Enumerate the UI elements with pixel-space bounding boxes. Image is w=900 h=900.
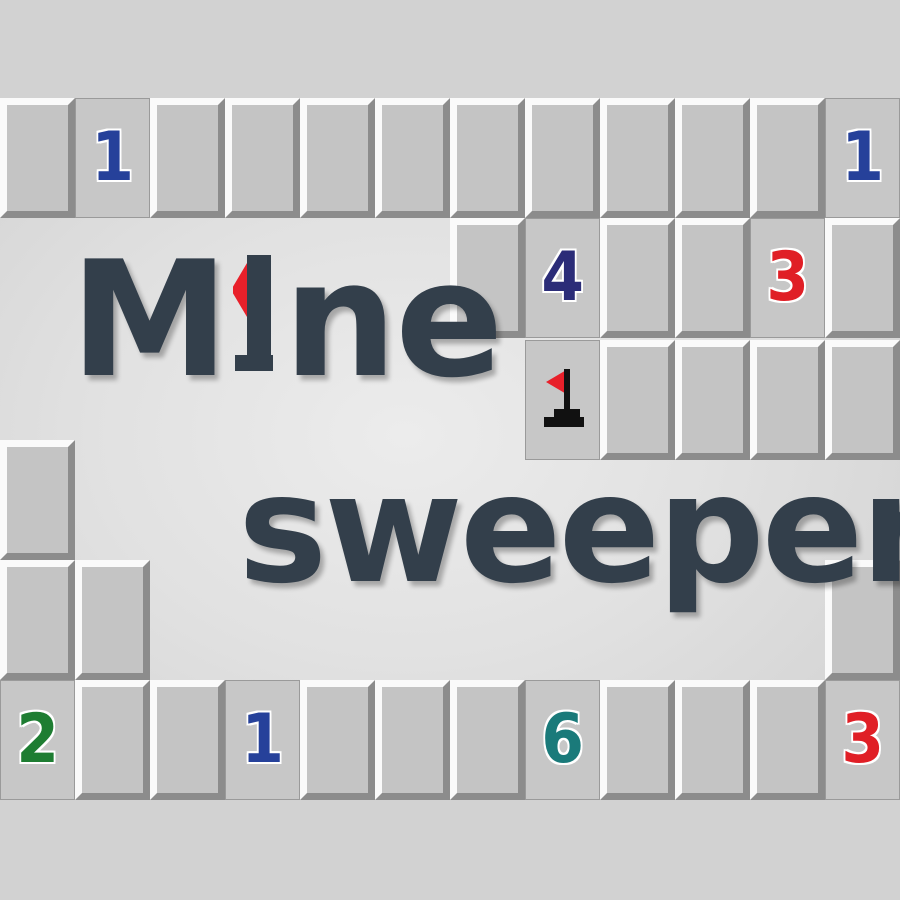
cell-r2-c11[interactable] <box>825 340 900 460</box>
cell-r5-c2[interactable] <box>150 680 225 800</box>
cell-r0-c9[interactable] <box>675 98 750 218</box>
title-letter-m: M <box>70 226 229 413</box>
cell-r5-c1[interactable] <box>75 680 150 800</box>
cell-r5-c5[interactable] <box>375 680 450 800</box>
cell-number: 1 <box>841 118 884 197</box>
cell-r2-c9[interactable] <box>675 340 750 460</box>
cell-r1-c8[interactable] <box>600 218 675 338</box>
cell-r0-c11[interactable]: 1 <box>825 98 900 218</box>
cell-r2-c10[interactable] <box>750 340 825 460</box>
cell-r0-c5[interactable] <box>375 98 450 218</box>
cell-number: 6 <box>541 700 584 779</box>
cell-r3-c0[interactable] <box>0 440 75 560</box>
cell-number: 2 <box>16 700 59 779</box>
title-letters-ne: ne <box>283 226 503 413</box>
flag-i-icon <box>231 240 275 371</box>
flag-icon <box>540 365 586 435</box>
cell-r5-c8[interactable] <box>600 680 675 800</box>
cell-r4-c0[interactable] <box>0 560 75 680</box>
cell-number: 4 <box>541 238 584 317</box>
cell-r5-c0[interactable]: 2 <box>0 680 75 800</box>
cell-r0-c3[interactable] <box>225 98 300 218</box>
cell-r1-c10[interactable]: 3 <box>750 218 825 338</box>
cell-r5-c10[interactable] <box>750 680 825 800</box>
cell-r1-c11[interactable] <box>825 218 900 338</box>
title-sweeper: sweeper <box>238 443 900 617</box>
cell-number: 3 <box>766 238 809 317</box>
cell-number: 3 <box>841 700 884 779</box>
title-mine: Mne <box>70 226 504 413</box>
cell-r0-c8[interactable] <box>600 98 675 218</box>
cell-r4-c1[interactable] <box>75 560 150 680</box>
cell-r0-c6[interactable] <box>450 98 525 218</box>
cell-r5-c4[interactable] <box>300 680 375 800</box>
cell-r1-c9[interactable] <box>675 218 750 338</box>
cell-r0-c4[interactable] <box>300 98 375 218</box>
cell-number: 1 <box>241 700 284 779</box>
cell-r5-c11[interactable]: 3 <box>825 680 900 800</box>
cell-r5-c3[interactable]: 1 <box>225 680 300 800</box>
cell-r0-c2[interactable] <box>150 98 225 218</box>
cell-r0-c10[interactable] <box>750 98 825 218</box>
cell-number: 1 <box>91 118 134 197</box>
cell-r5-c9[interactable] <box>675 680 750 800</box>
cell-r5-c6[interactable] <box>450 680 525 800</box>
cell-r2-c7[interactable] <box>525 340 600 460</box>
cell-r1-c7[interactable]: 4 <box>525 218 600 338</box>
cell-r0-c7[interactable] <box>525 98 600 218</box>
cell-r5-c7[interactable]: 6 <box>525 680 600 800</box>
cell-r0-c0[interactable] <box>0 98 75 218</box>
cell-r2-c8[interactable] <box>600 340 675 460</box>
cell-r0-c1[interactable]: 1 <box>75 98 150 218</box>
